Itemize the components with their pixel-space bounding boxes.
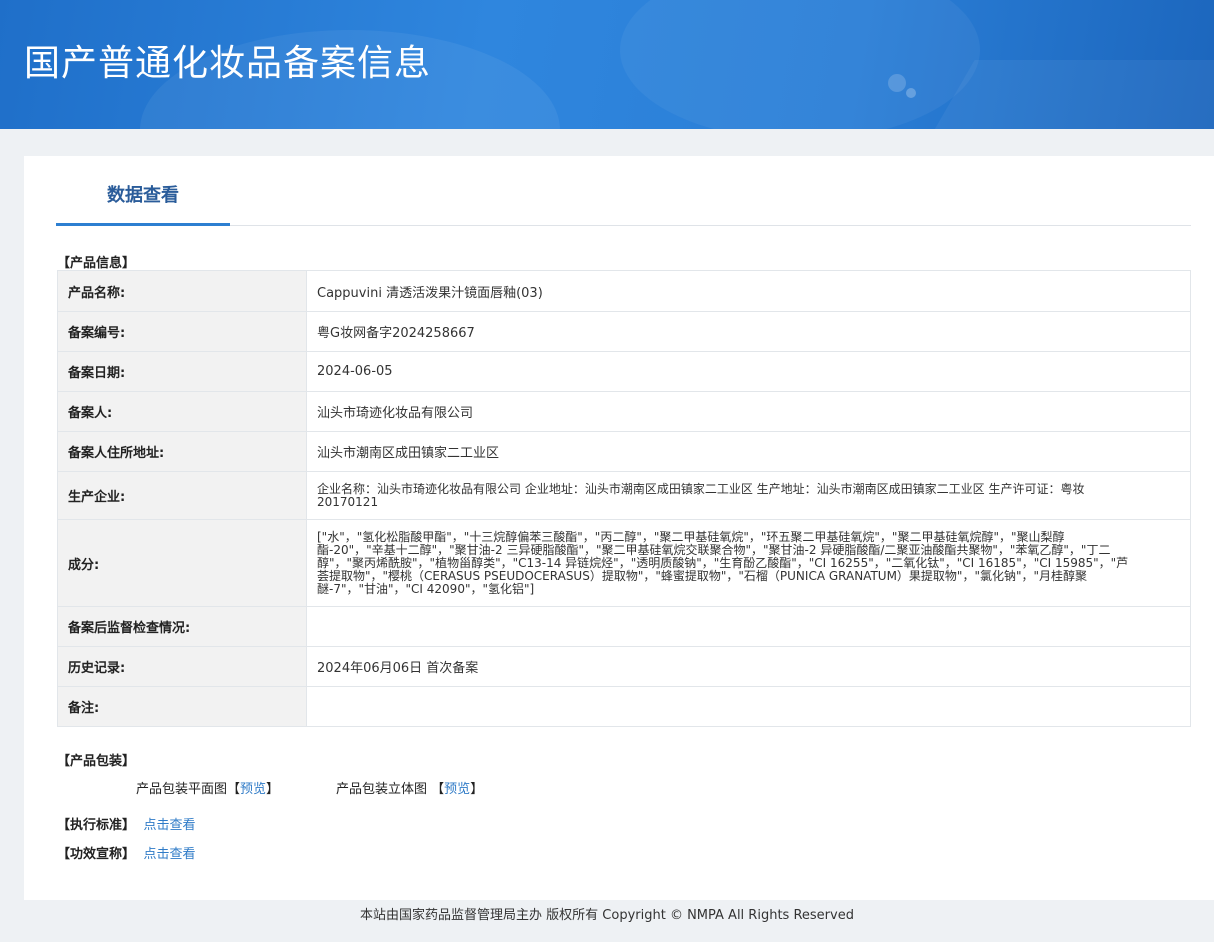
packaging-flat-label: 产品包装平面图 xyxy=(136,782,228,797)
row-label: 历史记录: xyxy=(57,646,307,687)
row-value: 汕头市琦迹化妆品有限公司 xyxy=(306,391,1191,432)
tab-bar: 数据查看 xyxy=(56,156,1191,226)
row-label: 备案人住所地址: xyxy=(57,431,307,472)
packaging-solid: 产品包装立体图 【预览】 xyxy=(336,778,483,797)
content-card: 数据查看 【产品信息】 产品名称: Cappuvini 清透活泼果汁镜面唇釉(0… xyxy=(24,156,1214,900)
row-value: 汕头市潮南区成田镇家二工业区 xyxy=(306,431,1191,472)
table-row: 备案人住所地址: 汕头市潮南区成田镇家二工业区 xyxy=(57,431,1191,472)
table-row: 生产企业: 企业名称：汕头市琦迹化妆品有限公司 企业地址：汕头市潮南区成田镇家二… xyxy=(57,471,1191,520)
bracket: 【 xyxy=(431,782,445,797)
banner-decoration xyxy=(888,74,906,92)
row-value: Cappuvini 清透活泼果汁镜面唇釉(03) xyxy=(306,270,1191,312)
header-banner: 国产普通化妆品备案信息 xyxy=(0,0,1214,129)
row-label: 备案后监督检查情况: xyxy=(57,606,307,647)
bracket: 】 xyxy=(266,782,280,797)
table-row: 备案日期: 2024-06-05 xyxy=(57,351,1191,392)
banner-decoration xyxy=(620,0,980,129)
row-value: 2024年06月06日 首次备案 xyxy=(306,646,1191,687)
row-label: 备案编号: xyxy=(57,311,307,352)
tab-data-view[interactable]: 数据查看 xyxy=(56,156,230,226)
row-value xyxy=(306,606,1191,647)
row-label: 备案人: xyxy=(57,391,307,432)
row-label: 成分: xyxy=(57,519,307,607)
row-value: 2024-06-05 xyxy=(306,351,1191,392)
table-row: 备案后监督检查情况: xyxy=(57,606,1191,647)
row-value: ["水"，"氢化松脂酸甲酯"，"十三烷醇偏苯三酸酯"，"丙二醇"，"聚二甲基硅氧… xyxy=(306,519,1191,607)
table-row: 备注: xyxy=(57,686,1191,727)
footer-copyright: 本站由国家药品监督管理局主办 版权所有 Copyright © NMPA All… xyxy=(360,908,854,923)
preview-flat-link[interactable]: 预览 xyxy=(240,782,266,797)
row-label: 备案日期: xyxy=(57,351,307,392)
row-value: 企业名称：汕头市琦迹化妆品有限公司 企业地址：汕头市潮南区成田镇家二工业区 生产… xyxy=(306,471,1191,520)
product-info-title: 【产品信息】 xyxy=(57,256,136,271)
standard-section: 【执行标准】 点击查看 xyxy=(57,814,196,833)
efficacy-title: 【功效宣称】 xyxy=(57,847,136,862)
row-label: 产品名称: xyxy=(57,270,307,312)
packaging-solid-label: 产品包装立体图 xyxy=(336,782,428,797)
bracket: 】 xyxy=(470,782,484,797)
table-row: 历史记录: 2024年06月06日 首次备案 xyxy=(57,646,1191,687)
row-value: 粤G妆网备字2024258667 xyxy=(306,311,1191,352)
table-row: 备案人: 汕头市琦迹化妆品有限公司 xyxy=(57,391,1191,432)
table-row: 成分: ["水"，"氢化松脂酸甲酯"，"十三烷醇偏苯三酸酯"，"丙二醇"，"聚二… xyxy=(57,519,1191,607)
bracket: 【 xyxy=(227,782,241,797)
efficacy-section: 【功效宣称】 点击查看 xyxy=(57,843,196,862)
row-value xyxy=(306,686,1191,727)
standard-view-link[interactable]: 点击查看 xyxy=(144,818,196,833)
standard-title: 【执行标准】 xyxy=(57,818,136,833)
packaging-flat: 产品包装平面图【预览】 xyxy=(136,778,279,797)
row-label: 生产企业: xyxy=(57,471,307,520)
preview-solid-link[interactable]: 预览 xyxy=(444,782,470,797)
row-label: 备注: xyxy=(57,686,307,727)
table-row: 产品名称: Cappuvini 清透活泼果汁镜面唇釉(03) xyxy=(57,270,1191,312)
table-row: 备案编号: 粤G妆网备字2024258667 xyxy=(57,311,1191,352)
packaging-title: 【产品包装】 xyxy=(57,754,136,769)
product-info-table: 产品名称: Cappuvini 清透活泼果汁镜面唇釉(03) 备案编号: 粤G妆… xyxy=(57,270,1191,727)
banner-decoration xyxy=(906,88,916,98)
page-title: 国产普通化妆品备案信息 xyxy=(24,43,432,84)
efficacy-view-link[interactable]: 点击查看 xyxy=(144,847,196,862)
